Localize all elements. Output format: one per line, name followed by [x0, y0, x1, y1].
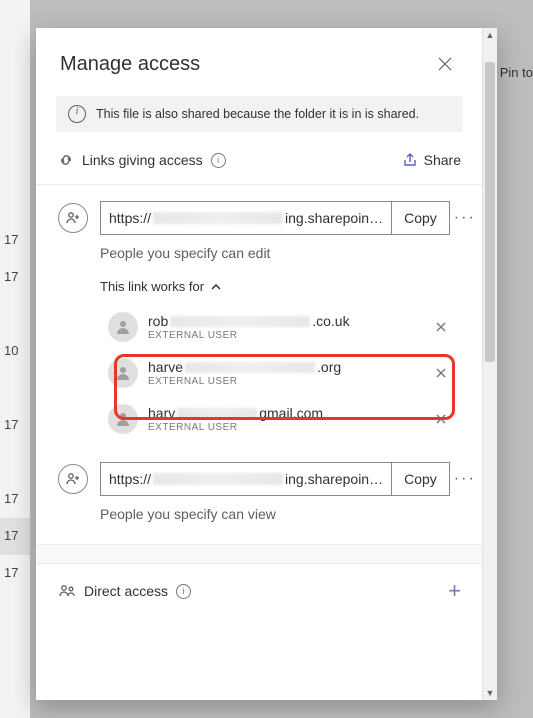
link-more-button[interactable]: ···: [454, 209, 476, 227]
bg-cell: [0, 370, 30, 407]
link-url-group: https:// ing.sharepoin… Copy: [100, 201, 450, 235]
user-tag: EXTERNAL USER: [148, 422, 429, 433]
copy-link-button[interactable]: Copy: [391, 463, 449, 495]
bg-cell: 17: [0, 555, 30, 592]
link-user-row: harv gmail.com EXTERNAL USER: [100, 396, 461, 442]
info-banner-text: This file is also shared because the fol…: [96, 107, 419, 121]
link-url-group: https:// ing.sharepoin… Copy: [100, 462, 450, 496]
redacted: [153, 473, 283, 485]
links-section-label: Links giving access: [82, 152, 203, 168]
panel-scrollbar[interactable]: ▲ ▼: [482, 28, 497, 700]
info-icon: [68, 105, 86, 123]
url-prefix: https://: [109, 471, 151, 487]
bg-cell: 17: [0, 407, 30, 444]
link-url-input[interactable]: https:// ing.sharepoin…: [101, 463, 391, 495]
user-email: harv gmail.com: [148, 405, 429, 421]
scroll-down-icon[interactable]: ▼: [483, 686, 497, 700]
link-works-for-toggle[interactable]: This link works for: [100, 279, 461, 294]
share-button[interactable]: Share: [402, 152, 461, 168]
bg-cell: 17: [0, 259, 30, 296]
direct-access-label: Direct access: [84, 583, 168, 599]
scroll-up-icon[interactable]: ▲: [483, 28, 497, 42]
link-user-row: rob .co.uk EXTERNAL USER: [100, 304, 461, 350]
user-email: harve .org: [148, 359, 429, 375]
specific-people-icon: [58, 464, 88, 494]
share-icon: [402, 152, 418, 168]
link-user-row: harve .org EXTERNAL USER: [100, 350, 461, 396]
direct-access-icon: [58, 582, 76, 600]
share-label: Share: [424, 152, 461, 168]
help-icon[interactable]: i: [176, 584, 191, 599]
link-works-label: This link works for: [100, 279, 204, 294]
bg-cell: [0, 444, 30, 481]
avatar-icon: [108, 312, 138, 342]
user-tag: EXTERNAL USER: [148, 330, 429, 341]
remove-user-button[interactable]: [429, 315, 453, 339]
help-icon[interactable]: i: [211, 153, 226, 168]
url-suffix: ing.sharepoin…: [285, 210, 383, 226]
bg-cell: 10: [0, 333, 30, 370]
bg-cell: 17: [0, 481, 30, 518]
bg-cell: 17: [0, 518, 30, 555]
manage-access-panel: Manage access This file is also shared b…: [36, 28, 497, 700]
link-icon: [58, 152, 74, 168]
user-tag: EXTERNAL USER: [148, 376, 429, 387]
section-divider: [36, 544, 483, 564]
copy-link-button[interactable]: Copy: [391, 202, 449, 234]
specific-people-icon: [58, 203, 88, 233]
link-permission-desc: People you specify can view: [100, 506, 461, 522]
bg-ribbon-pin: Pin to: [500, 65, 533, 80]
bg-cell: 17: [0, 222, 30, 259]
remove-user-button[interactable]: [429, 361, 453, 385]
link-more-button[interactable]: ···: [454, 470, 476, 488]
avatar-icon: [108, 404, 138, 434]
avatar-icon: [108, 358, 138, 388]
panel-title: Manage access: [60, 53, 431, 76]
chevron-up-icon: [210, 281, 222, 293]
redacted: [153, 212, 283, 224]
link-url-input[interactable]: https:// ing.sharepoin…: [101, 202, 391, 234]
close-button[interactable]: [431, 50, 459, 78]
url-suffix: ing.sharepoin…: [285, 471, 383, 487]
bg-left-column: 17 17 10 17 17 17 17: [0, 0, 30, 718]
add-direct-access-button[interactable]: +: [448, 580, 461, 602]
bg-cell: [0, 296, 30, 333]
close-icon: [438, 57, 452, 71]
link-permission-desc: People you specify can edit: [100, 245, 461, 261]
url-prefix: https://: [109, 210, 151, 226]
scroll-thumb[interactable]: [485, 62, 495, 362]
user-email: rob .co.uk: [148, 313, 429, 329]
remove-user-button[interactable]: [429, 407, 453, 431]
info-banner: This file is also shared because the fol…: [56, 96, 463, 132]
